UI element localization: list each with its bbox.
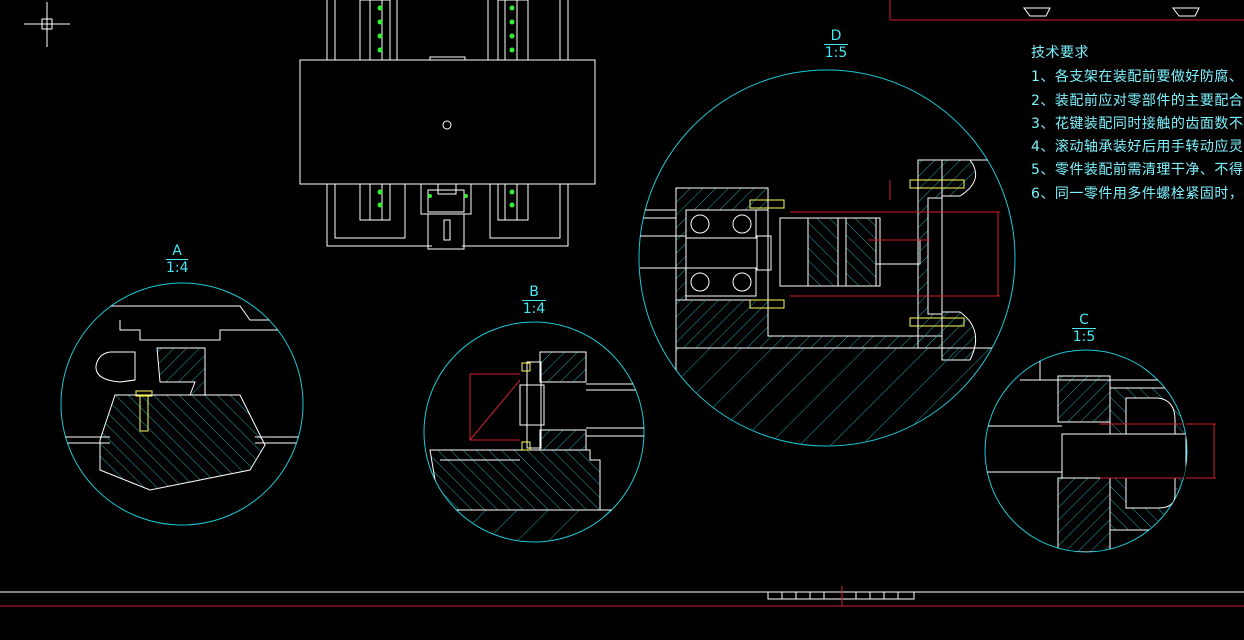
tech-requirement-item: 4、滚动轴承装好后用手转动应灵活: [1031, 139, 1244, 155]
detail-d[interactable]: [638, 69, 1016, 460]
tech-requirement-item: 5、零件装配前需清理干净、不得有: [1031, 162, 1244, 178]
detail-a[interactable]: [60, 282, 305, 526]
tech-requirements-title: 技术要求: [1031, 45, 1089, 61]
detail-label-a: A 1:4: [166, 243, 189, 276]
tech-requirement-item: 6、同一零件用多件螺栓紧固时，各: [1031, 186, 1244, 202]
support-feet: [1023, 7, 1200, 17]
tech-requirement-item: 2、装配前应对零部件的主要配合尺: [1031, 93, 1244, 109]
green-rail-markers: [377, 5, 515, 208]
detail-label-d: D 1:5: [824, 28, 848, 61]
tech-requirement-item: 1、各支架在装配前要做好防腐、防: [1031, 69, 1244, 85]
top-view-assembly[interactable]: [299, 0, 596, 250]
tech-requirement-item: 3、花键装配同时接触的齿面数不少: [1031, 116, 1244, 132]
crosshair-cursor-icon: [24, 2, 70, 47]
detail-b[interactable]: [420, 321, 650, 545]
drawing-frame-bottom: [0, 586, 1244, 607]
detail-label-c: C 1:5: [1072, 312, 1096, 345]
detail-label-b: B 1:4: [522, 284, 546, 317]
title-frame-fragment: [889, 0, 1244, 21]
detail-c[interactable]: [984, 349, 1216, 553]
